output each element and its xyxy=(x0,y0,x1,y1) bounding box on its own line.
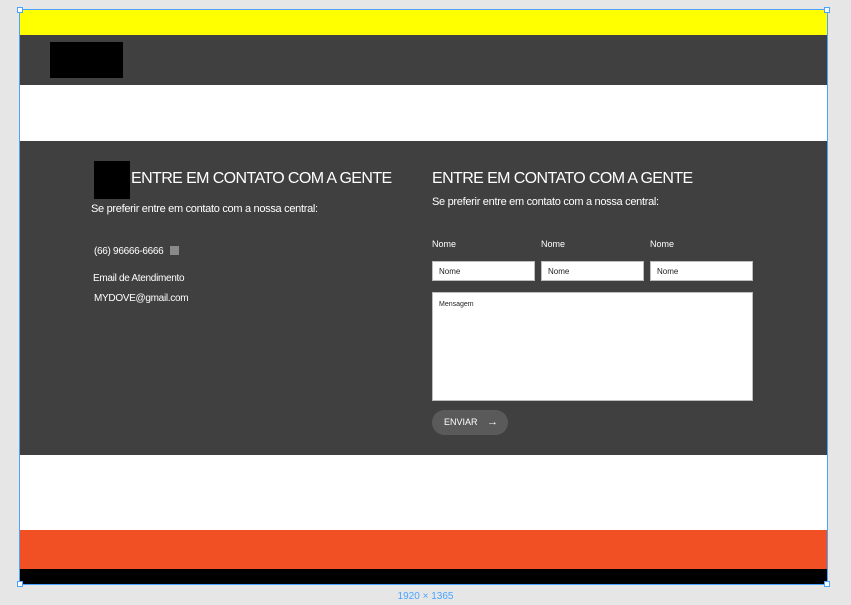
name-input-1[interactable]: Nome xyxy=(432,261,535,281)
field-label-3: Nome xyxy=(650,239,675,249)
email-address[interactable]: MYDOVE@gmail.com xyxy=(94,293,189,304)
message-textarea[interactable]: Mensagem xyxy=(432,292,753,401)
contact-form-subtitle: Se preferir entre em contato com a nossa… xyxy=(432,196,659,208)
field-label-2: Nome xyxy=(541,239,566,249)
contact-section: ENTRE EM CONTATO COM A GENTE Se preferir… xyxy=(20,141,827,455)
logo-placeholder[interactable] xyxy=(50,42,123,78)
resize-handle-top-left[interactable] xyxy=(17,7,23,13)
contact-left-title: ENTRE EM CONTATO COM A GENTE xyxy=(131,170,392,187)
submit-button[interactable]: ENVIAR → xyxy=(432,410,508,435)
frame-size-label: 1920 × 1365 xyxy=(397,591,454,602)
spacer-section xyxy=(20,85,827,141)
footer-orange-band xyxy=(20,530,827,569)
resize-handle-bottom-left[interactable] xyxy=(17,581,23,587)
arrow-right-icon: → xyxy=(487,416,498,428)
spacer-section-2 xyxy=(20,455,827,530)
contact-form-title: ENTRE EM CONTATO COM A GENTE xyxy=(432,170,693,187)
contact-left-subtitle: Se preferir entre em contato com a nossa… xyxy=(91,203,318,215)
phone-row: (66) 96666-6666 xyxy=(94,246,179,257)
field-label-1: Nome xyxy=(432,239,457,249)
email-label: Email de Atendimento xyxy=(93,273,185,284)
phone-icon xyxy=(169,246,179,255)
phone-number: (66) 96666-6666 xyxy=(94,246,164,257)
contact-image-placeholder xyxy=(94,161,130,199)
design-frame[interactable]: ENTRE EM CONTATO COM A GENTE Se preferir… xyxy=(19,9,828,585)
navbar xyxy=(20,35,827,85)
footer-black-band xyxy=(20,569,827,584)
top-bar xyxy=(20,10,827,35)
resize-handle-top-right[interactable] xyxy=(824,7,830,13)
name-input-3[interactable]: Nome xyxy=(650,261,753,281)
submit-label: ENVIAR xyxy=(444,417,478,427)
resize-handle-bottom-right[interactable] xyxy=(824,581,830,587)
name-input-2[interactable]: Nome xyxy=(541,261,644,281)
